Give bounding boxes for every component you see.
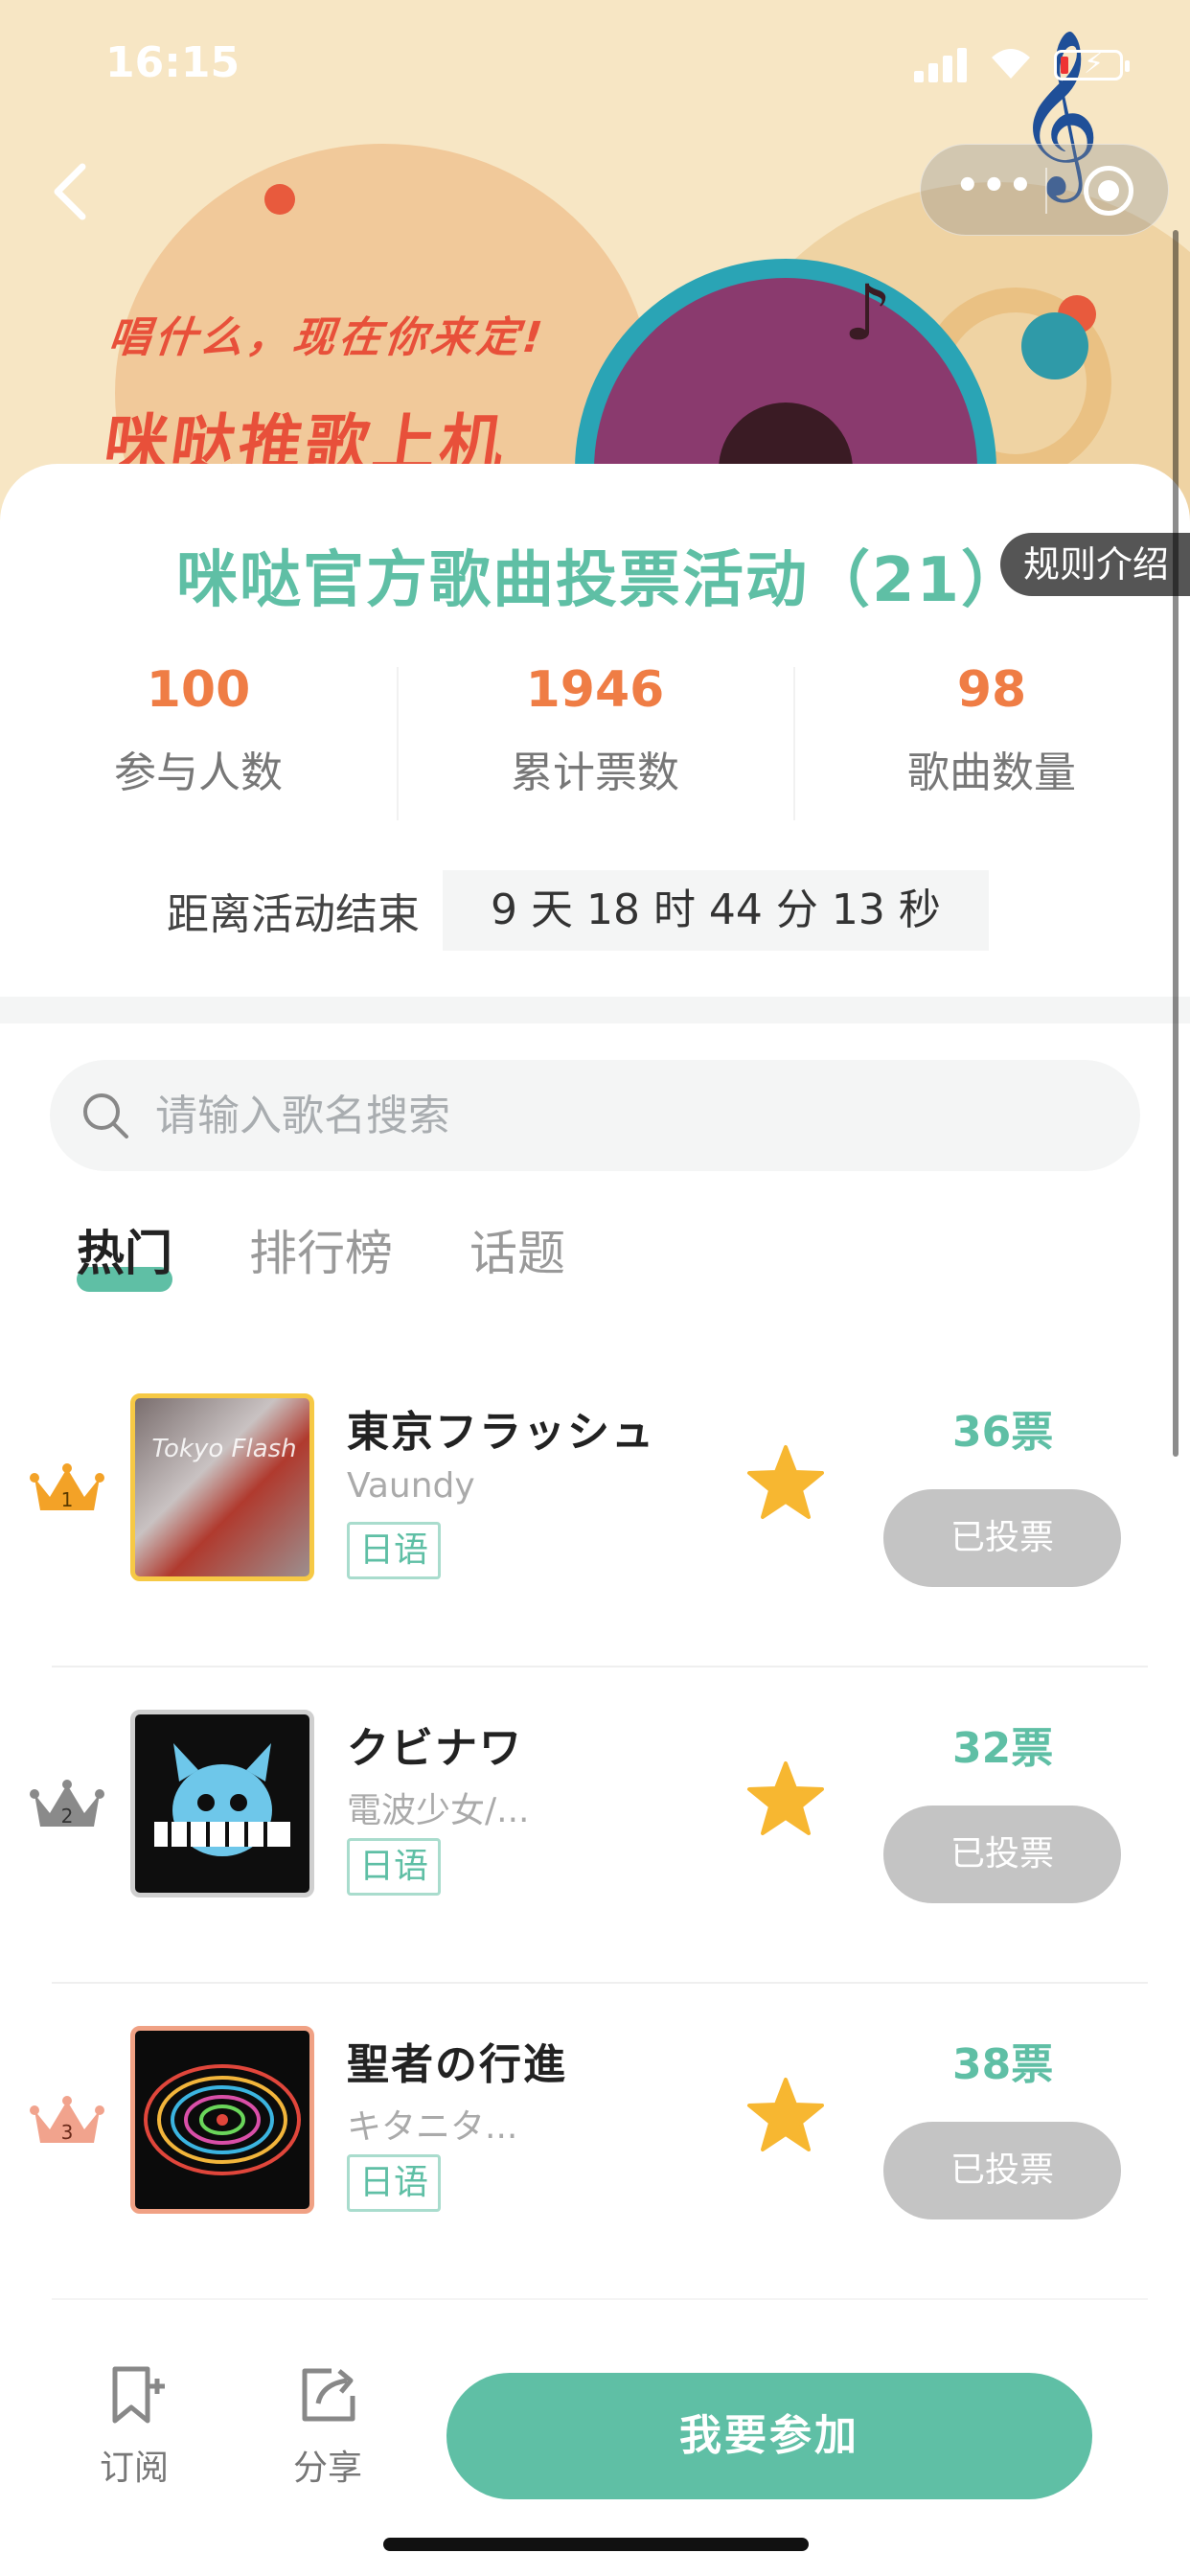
song-title: 聖者の行進 [347,2040,567,2089]
vote-count: 38票 [952,2040,1054,2089]
tab-label: 排行榜 [249,1226,393,1281]
share-label: 分享 [292,2449,362,2488]
activity-stats: 100 参与人数 1946 累计票数 98 歌曲数量 [0,656,1190,820]
crown-rank-2-icon: 2 [30,1780,104,1828]
stat-label: 歌曲数量 [907,748,1076,797]
activity-title: 咪哒官方歌曲投票活动（21） [176,545,1025,616]
song-item[interactable]: 3 聖者の行進 キタニタ... 日语 38票 已投票 [0,1984,1190,2300]
song-artist: キタニタ... [347,2107,518,2147]
star-icon[interactable] [745,2076,826,2156]
bookmark-add-icon [112,2366,165,2424]
music-note-icon: ♪ [843,268,893,357]
song-title: クビナワ [347,1724,523,1773]
miniprogram-capsule: ••• [920,144,1169,236]
subscribe-button[interactable]: 订阅 [77,2361,192,2490]
tab-label: 话题 [469,1226,565,1281]
countdown-label: 距离活动结束 [167,890,420,939]
song-title: 東京フラッシュ [347,1408,655,1457]
subscribe-label: 订阅 [99,2449,169,2488]
song-artist: 電波少女/... [347,1791,530,1830]
album-cover[interactable] [130,1710,314,1898]
language-tag: 日语 [347,1838,442,1896]
vote-count: 32票 [952,1724,1054,1773]
song-item[interactable]: 2 クビナワ 電波少女/... 日语 32票 已投票 [0,1668,1190,1984]
rules-button[interactable]: 规则介绍 [1000,533,1190,596]
album-cover[interactable] [130,2026,314,2214]
song-artist: Vaundy [347,1466,475,1506]
banner-slogan: 唱什么，现在你来定! [105,313,549,362]
stat-label: 累计票数 [511,748,679,797]
activity-summary-card: 咪哒官方歌曲投票活动（21） 规则介绍 100 参与人数 1946 累计票数 9… [0,464,1190,997]
language-tag: 日语 [347,2154,442,2212]
banner-decoration [264,184,295,215]
countdown: 距离活动结束 9 天 18 时 44 分 13 秒 [167,870,989,951]
star-icon[interactable] [745,1760,826,1840]
search-icon [83,1093,128,1138]
wifi-icon [987,44,1035,92]
close-miniprogram-button[interactable] [1084,166,1133,216]
battery-icon: ⚡ [1054,47,1130,80]
more-options-button[interactable]: ••• [955,164,1035,208]
crown-rank: 2 [61,1805,74,1828]
stat-song-count: 98 歌曲数量 [793,656,1190,820]
section-divider [0,997,1190,1024]
share-icon [302,2368,355,2422]
album-cover[interactable]: Tokyo Flash [130,1393,314,1581]
stat-value: 1946 [525,661,665,719]
crown-rank-1-icon: 1 [30,1463,104,1511]
stat-value: 98 [956,661,1027,719]
song-item[interactable]: 1 Tokyo Flash 東京フラッシュ Vaundy 日语 36票 已投票 [0,1351,1190,1668]
countdown-timer: 9 天 18 时 44 分 13 秒 [443,870,989,951]
voted-button[interactable]: 已投票 [883,1489,1121,1587]
stat-label: 参与人数 [114,748,283,797]
stat-value: 100 [146,661,251,719]
search-input[interactable] [155,1060,1113,1171]
chevron-left-icon [54,163,86,220]
join-button[interactable]: 我要参加 [446,2373,1092,2499]
share-button[interactable]: 分享 [270,2361,385,2490]
banner-decoration [1021,312,1088,380]
star-icon[interactable] [745,1443,826,1524]
voted-button[interactable]: 已投票 [883,1806,1121,1903]
status-time: 16:15 [105,38,240,87]
voted-button[interactable]: 已投票 [883,2122,1121,2220]
stat-total-votes: 1946 累计票数 [397,656,793,820]
status-bar: 16:15 ⚡ [0,0,1190,134]
search-bar[interactable] [50,1060,1140,1171]
bottom-action-bar: 订阅 分享 我要参加 [0,2294,1190,2576]
crown-rank-3-icon: 3 [30,2096,104,2144]
tab-ranking[interactable]: 排行榜 [249,1219,393,1296]
song-list: 1 Tokyo Flash 東京フラッシュ Vaundy 日语 36票 已投票 … [0,1351,1190,2300]
cellular-signal-icon [914,48,968,82]
stat-participants: 100 参与人数 [0,656,397,818]
tab-label: 热门 [77,1226,172,1281]
language-tag: 日语 [347,1522,442,1579]
scrollbar[interactable] [1173,230,1179,1457]
tab-bar: 热门 排行榜 话题 [77,1219,642,1296]
tab-hot[interactable]: 热门 [77,1219,172,1296]
crown-rank: 1 [61,1488,74,1511]
vote-count: 36票 [952,1408,1054,1457]
back-button[interactable] [38,153,105,230]
tab-topics[interactable]: 话题 [469,1219,565,1296]
crown-rank: 3 [61,2121,74,2144]
home-indicator [383,2538,809,2551]
